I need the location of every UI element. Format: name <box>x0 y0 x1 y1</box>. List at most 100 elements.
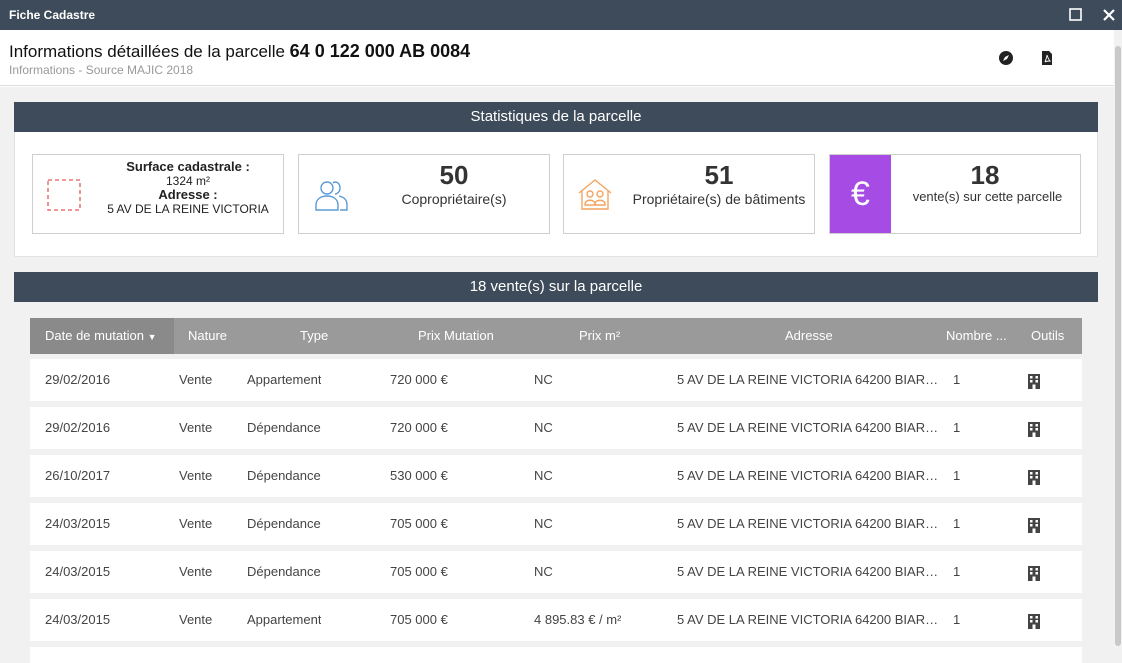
building-owners-icon <box>577 177 613 216</box>
cell-nombre: 1 <box>953 612 961 627</box>
sales-panel-header: 18 vente(s) sur la parcelle <box>14 272 1098 302</box>
table-row[interactable]: 29/02/2016 Vente Dépendance 720 000 € NC 5 AV… <box>30 407 1082 449</box>
ventes-count: 18 <box>970 160 1000 190</box>
cell-prix: 720 000 € <box>390 420 448 435</box>
cell-date: 26/10/2017 <box>45 468 111 483</box>
coproprietaires-label: Copropriétaire(s) <box>401 191 507 207</box>
cell-date: 24/03/2015 <box>45 564 111 579</box>
column-prix-mutation[interactable]: Prix Mutation <box>418 318 494 354</box>
window-titlebar: Fiche Cadastre <box>0 0 1122 30</box>
address-value: 5 AV DE LA REINE VICTORIA <box>107 202 269 216</box>
building-icon[interactable] <box>1028 566 1040 584</box>
table-row[interactable]: 24/03/2015 Vente Appartement 705 000 € 4 895… <box>30 599 1082 641</box>
stat-coproprietaires-card[interactable]: 50 Copropriétaire(s) <box>298 154 550 234</box>
cell-prix: 720 000 € <box>390 372 448 387</box>
cell-nombre: 1 <box>953 468 961 483</box>
cell-nature: Vente <box>179 564 213 579</box>
page-title-prefix: Informations détaillées de la parcelle <box>9 42 285 61</box>
sales-table-header: Date de mutation ▼ Nature Type Prix Muta… <box>30 318 1082 354</box>
cell-date: 24/03/2015 <box>45 612 111 627</box>
compass-icon[interactable] <box>998 50 1014 66</box>
cell-prix-m2: NC <box>534 564 553 579</box>
column-nature[interactable]: Nature <box>188 318 227 354</box>
table-row-partial <box>30 647 1082 663</box>
cell-nombre: 1 <box>953 420 961 435</box>
cell-nombre: 1 <box>953 516 961 531</box>
cell-nature: Vente <box>179 612 213 627</box>
address-label: Adresse : <box>158 187 218 202</box>
cell-nombre: 1 <box>953 564 961 579</box>
vertical-scrollbar[interactable] <box>1114 30 1122 663</box>
cell-type: Dépendance <box>247 564 321 579</box>
parcel-id: 64 0 122 000 AB 0084 <box>289 41 471 61</box>
cell-adresse: 5 AV DE LA REINE VICTORIA 64200 BIARRITZ <box>677 612 942 627</box>
cell-prix: 530 000 € <box>390 468 448 483</box>
column-outils[interactable]: Outils <box>1031 318 1064 354</box>
cell-date: 29/02/2016 <box>45 372 111 387</box>
column-date[interactable]: Date de mutation ▼ <box>30 318 174 354</box>
cell-date: 29/02/2016 <box>45 420 111 435</box>
caret-down-icon: ▼ <box>147 332 157 342</box>
building-icon[interactable] <box>1028 470 1040 488</box>
column-adresse[interactable]: Adresse <box>785 318 833 354</box>
maximize-icon[interactable] <box>1066 5 1086 25</box>
cell-prix-m2: NC <box>534 468 553 483</box>
cell-adresse: 5 AV DE LA REINE VICTORIA 64200 BIARRITZ <box>677 564 942 579</box>
cell-type: Appartement <box>247 372 322 387</box>
cell-adresse: 5 AV DE LA REINE VICTORIA 64200 BIARRITZ <box>677 516 942 531</box>
building-icon[interactable] <box>1028 422 1040 440</box>
table-row[interactable]: 29/02/2016 Vente Appartement 720 000 € NC 5 A… <box>30 359 1082 401</box>
cell-nature: Vente <box>179 468 213 483</box>
cell-type: Appartement <box>247 612 322 627</box>
cell-prix-m2: NC <box>534 516 553 531</box>
table-row[interactable]: 24/03/2015 Vente Dépendance 705 000 € NC 5 AV… <box>30 551 1082 593</box>
cell-type: Dépendance <box>247 516 321 531</box>
column-type[interactable]: Type <box>300 318 328 354</box>
ventes-label: vente(s) sur cette parcelle <box>912 189 1063 204</box>
cell-type: Dépendance <box>247 468 321 483</box>
cell-date: 24/03/2015 <box>45 516 111 531</box>
cell-adresse: 5 AV DE LA REINE VICTORIA 64200 BIARRITZ <box>677 372 942 387</box>
page-subtitle: Informations - Source MAJIC 2018 <box>9 63 194 77</box>
cell-prix: 705 000 € <box>390 564 448 579</box>
stat-surface-card[interactable]: Surface cadastrale : 1324 m² Adresse : 5… <box>32 154 284 234</box>
window-title: Fiche Cadastre <box>9 8 96 22</box>
cell-adresse: 5 AV DE LA REINE VICTORIA 64200 BIARRITZ <box>677 420 942 435</box>
surface-label: Surface cadastrale : <box>126 159 250 174</box>
proprietaires-label: Propriétaire(s) de bâtiments <box>632 191 806 207</box>
proprietaires-count: 51 <box>704 160 734 190</box>
content-area: Statistiques de la parcelle Surface cada… <box>0 87 1114 663</box>
euro-icon: € <box>830 155 891 233</box>
pdf-icon[interactable] <box>1039 50 1055 66</box>
cell-prix-m2: 4 895.83 € / m² <box>534 612 622 627</box>
scrollbar-thumb[interactable] <box>1115 46 1121 646</box>
cell-prix: 705 000 € <box>390 516 448 531</box>
table-row[interactable]: 26/10/2017 Vente Dépendance 530 000 € NC 5 AV… <box>30 455 1082 497</box>
users-icon <box>313 177 349 218</box>
parcel-outline-icon <box>47 179 81 216</box>
stat-ventes-card[interactable]: € 18 vente(s) sur cette parcelle <box>829 154 1081 234</box>
stats-panel-header: Statistiques de la parcelle <box>14 102 1098 132</box>
column-nombre[interactable]: Nombre ... <box>946 318 1007 354</box>
surface-value: 1324 m² <box>165 174 211 188</box>
parcel-header: Informations détaillées de la parcelle 6… <box>0 30 1114 86</box>
building-icon[interactable] <box>1028 614 1040 632</box>
cell-nature: Vente <box>179 420 213 435</box>
cell-prix: 705 000 € <box>390 612 448 627</box>
cell-prix-m2: NC <box>534 372 553 387</box>
cell-adresse: 5 AV DE LA REINE VICTORIA 64200 BIARRITZ <box>677 468 942 483</box>
page-title: Informations détaillées de la parcelle 6… <box>9 41 470 62</box>
close-icon[interactable] <box>1099 5 1119 25</box>
cell-nombre: 1 <box>953 372 961 387</box>
building-icon[interactable] <box>1028 518 1040 536</box>
column-prix-m2[interactable]: Prix m² <box>579 318 620 354</box>
cell-nature: Vente <box>179 372 213 387</box>
cell-prix-m2: NC <box>534 420 553 435</box>
coproprietaires-count: 50 <box>439 160 469 190</box>
cell-type: Dépendance <box>247 420 321 435</box>
stats-panel: Surface cadastrale : 1324 m² Adresse : 5… <box>14 132 1098 257</box>
stat-proprietaires-card[interactable]: 51 Propriétaire(s) de bâtiments <box>563 154 815 234</box>
building-icon[interactable] <box>1028 374 1040 392</box>
table-row[interactable]: 24/03/2015 Vente Dépendance 705 000 € NC 5 AV… <box>30 503 1082 545</box>
cell-nature: Vente <box>179 516 213 531</box>
